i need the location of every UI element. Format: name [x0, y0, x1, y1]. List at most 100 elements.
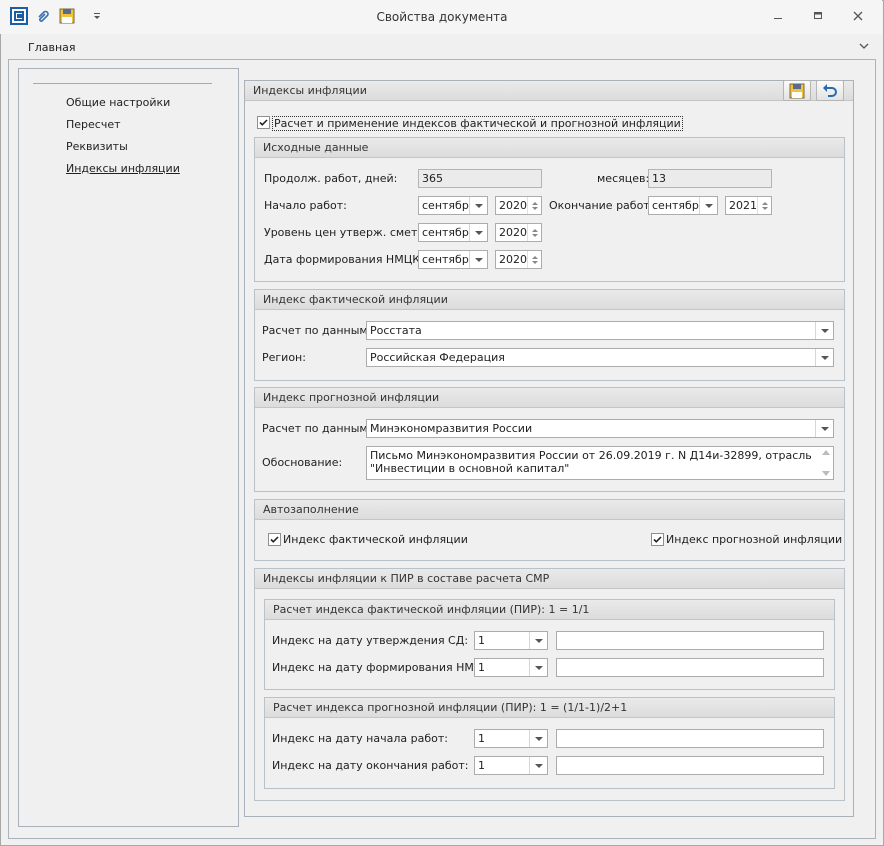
nmck-year-spinner[interactable]: 2020: [495, 250, 542, 269]
chevron-down-icon[interactable]: [529, 757, 547, 774]
pir-start-value: 1: [478, 732, 485, 745]
actual-inflation-header: Индекс фактической инфляции: [255, 290, 844, 310]
start-label: Начало работ:: [264, 199, 347, 212]
actual-calc-label: Расчет по данным:: [262, 324, 372, 337]
region-select[interactable]: Российская Федерация: [366, 348, 834, 367]
nav-item-general-settings[interactable]: Общие настройки: [66, 96, 170, 109]
spin-arrows-icon[interactable]: [527, 251, 541, 268]
undo-icon: [823, 83, 837, 97]
window-title: Свойства документа: [376, 10, 508, 24]
nmck-year-value: 2020: [499, 253, 527, 266]
pir-end-value: 1: [478, 759, 485, 772]
spin-arrows-icon[interactable]: [527, 197, 541, 214]
months-field[interactable]: 13: [648, 169, 772, 188]
start-month-select[interactable]: сентябрь: [418, 196, 488, 215]
pir-actual-header: Расчет индекса фактической инфляции (ПИР…: [265, 600, 834, 620]
actual-calc-value: Росстата: [370, 324, 422, 337]
autofill-actual-label[interactable]: Индекс фактической инфляции: [283, 533, 468, 546]
pir-nmck-value: 1: [478, 661, 485, 674]
chevron-down-icon[interactable]: [815, 322, 833, 339]
end-month-value: сентябрь: [652, 199, 706, 212]
forecast-calc-select[interactable]: Минэкономразвития России: [366, 419, 834, 438]
price-year-spinner[interactable]: 2020: [495, 223, 542, 242]
basis-textarea[interactable]: Письмо Минэкономразвития России от 26.09…: [366, 446, 834, 480]
basis-scrollbar[interactable]: [821, 450, 831, 476]
save-icon: [789, 83, 805, 98]
pir-end-label: Индекс на дату окончания работ:: [272, 759, 469, 772]
pir-start-select[interactable]: 1: [474, 729, 548, 748]
price-month-value: сентябрь: [422, 226, 476, 239]
forecast-calc-label: Расчет по данным:: [262, 422, 372, 435]
end-month-select[interactable]: сентябрь: [648, 196, 718, 215]
panel-save-button[interactable]: [783, 80, 811, 101]
restore-button[interactable]: [805, 6, 831, 26]
region-label: Регион:: [262, 351, 306, 364]
forecast-inflation-header: Индекс прогнозной инфляции: [255, 388, 844, 408]
price-year-value: 2020: [499, 226, 527, 239]
start-year-value: 2020: [499, 199, 527, 212]
end-year-value: 2021: [729, 199, 757, 212]
apply-inflation-checkbox[interactable]: [257, 116, 270, 129]
pir-end-note-field[interactable]: [556, 756, 824, 775]
panel-title: Индексы инфляции: [245, 81, 853, 101]
nmck-month-select[interactable]: сентябрь: [418, 250, 488, 269]
pir-start-label: Индекс на дату начала работ:: [272, 732, 448, 745]
nav-item-inflation-indices[interactable]: Индексы инфляции: [66, 162, 180, 175]
actual-calc-select[interactable]: Росстата: [366, 321, 834, 340]
chevron-down-icon[interactable]: [529, 730, 547, 747]
nav-divider: [33, 83, 212, 84]
autofill-forecast-label[interactable]: Индекс прогнозной инфляции: [666, 533, 842, 546]
months-label: месяцев:: [597, 172, 650, 185]
chevron-down-icon[interactable]: [815, 349, 833, 366]
pir-approve-value: 1: [478, 634, 485, 647]
chevron-down-icon[interactable]: [699, 197, 717, 214]
spin-arrows-icon[interactable]: [527, 224, 541, 241]
checkmark-icon: [653, 536, 662, 543]
ribbon-bar: [0, 36, 882, 58]
duration-field[interactable]: 365: [418, 169, 542, 188]
price-level-label: Уровень цен утверж. сметы:: [264, 226, 430, 239]
nmck-date-label: Дата формирования НМЦК:: [264, 253, 424, 266]
pir-forecast-header: Расчет индекса прогнозной инфляции (ПИР)…: [265, 698, 834, 718]
spin-arrows-icon[interactable]: [757, 197, 771, 214]
pir-header: Индексы инфляции к ПИР в составе расчета…: [255, 569, 844, 589]
chevron-down-icon[interactable]: [469, 197, 487, 214]
pir-approve-select[interactable]: 1: [474, 631, 548, 650]
tab-main[interactable]: Главная: [28, 41, 76, 54]
start-month-value: сентябрь: [422, 199, 476, 212]
pir-nmck-note-field[interactable]: [556, 658, 824, 677]
navigation-panel: [18, 68, 239, 827]
forecast-calc-value: Минэкономразвития России: [370, 422, 533, 435]
price-month-select[interactable]: сентябрь: [418, 223, 488, 242]
chevron-down-icon[interactable]: [469, 251, 487, 268]
end-year-spinner[interactable]: 2021: [725, 196, 772, 215]
chevron-down-icon[interactable]: [815, 420, 833, 437]
source-data-header: Исходные данные: [255, 138, 844, 158]
chevron-down-icon[interactable]: [469, 224, 487, 241]
close-button[interactable]: [845, 6, 871, 26]
basis-line-1: Письмо Минэкономразвития России от 26.09…: [370, 449, 812, 462]
pir-nmck-label: Индекс на дату формирования НМЦК:: [272, 661, 494, 674]
pir-start-note-field[interactable]: [556, 729, 824, 748]
apply-inflation-label[interactable]: Расчет и применение индексов фактической…: [272, 116, 683, 131]
checkmark-icon: [270, 536, 279, 543]
chevron-down-icon[interactable]: [529, 659, 547, 676]
end-label: Окончание работ:: [549, 199, 654, 212]
pir-approve-label: Индекс на дату утверждения СД:: [272, 634, 469, 647]
nav-item-recalc[interactable]: Пересчет: [66, 118, 121, 131]
pir-approve-note-field[interactable]: [556, 631, 824, 650]
nav-item-details[interactable]: Реквизиты: [66, 140, 128, 153]
basis-line-2: "Инвестиции в основной капитал": [370, 462, 570, 475]
basis-label: Обоснование:: [262, 456, 343, 469]
pir-end-select[interactable]: 1: [474, 756, 548, 775]
panel-undo-button[interactable]: [816, 80, 844, 101]
pir-nmck-select[interactable]: 1: [474, 658, 548, 677]
minimize-button[interactable]: [765, 6, 791, 26]
chevron-down-icon[interactable]: [529, 632, 547, 649]
autofill-forecast-checkbox[interactable]: [651, 533, 664, 546]
autofill-actual-checkbox[interactable]: [268, 533, 281, 546]
start-year-spinner[interactable]: 2020: [495, 196, 542, 215]
duration-label: Продолж. работ, дней:: [264, 172, 398, 185]
ribbon-collapse-icon[interactable]: [859, 41, 869, 54]
checkmark-icon: [259, 119, 268, 126]
